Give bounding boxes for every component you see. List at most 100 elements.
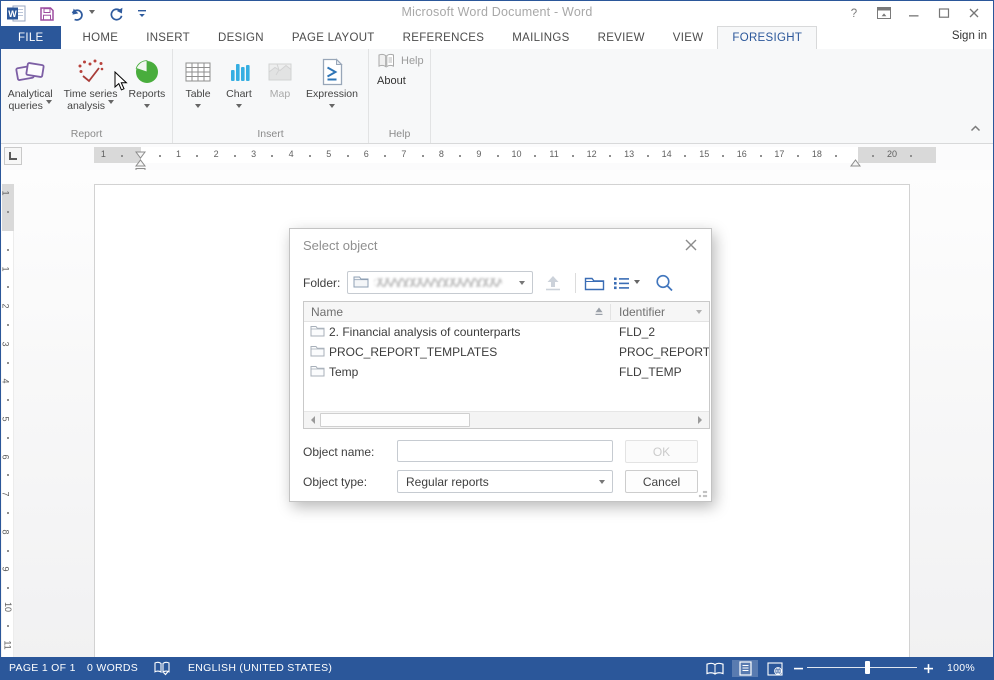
title-bar: W Microsoft Word Document - Word ? bbox=[1, 1, 993, 26]
tab-mailings[interactable]: MAILINGS bbox=[498, 26, 583, 49]
bar-chart-icon bbox=[224, 57, 254, 87]
list-view-button[interactable] bbox=[612, 273, 640, 293]
tab-home[interactable]: HOME bbox=[69, 26, 133, 49]
ruler-number: 5 bbox=[1, 416, 11, 421]
list-header: Name Identifier bbox=[304, 302, 709, 322]
table-button[interactable]: Table bbox=[178, 54, 218, 113]
time-series-analysis-button[interactable]: Time seriesanalysis bbox=[59, 54, 123, 114]
tab-foresight[interactable]: FORESIGHT bbox=[717, 26, 817, 49]
tab-references[interactable]: REFERENCES bbox=[389, 26, 499, 49]
scroll-left-button[interactable] bbox=[304, 412, 321, 428]
column-header-identifier[interactable]: Identifier bbox=[619, 305, 665, 319]
minimize-button[interactable] bbox=[899, 2, 929, 24]
folder-dropdown[interactable] bbox=[347, 271, 533, 294]
scroll-right-button[interactable] bbox=[692, 412, 709, 428]
help-button[interactable]: ? bbox=[839, 2, 869, 24]
expression-button[interactable]: Expression bbox=[301, 54, 363, 113]
ruler-number: 3 bbox=[1, 341, 11, 346]
read-mode-button[interactable] bbox=[702, 660, 728, 677]
ruler-tick bbox=[234, 155, 236, 157]
ruler-number: 3 bbox=[251, 149, 256, 159]
zoom-slider-track[interactable] bbox=[807, 667, 917, 668]
ruler-number: 10 bbox=[511, 149, 521, 159]
folder-icon bbox=[310, 365, 325, 380]
folder-label: Folder: bbox=[303, 276, 340, 290]
object-type-label: Object type: bbox=[303, 475, 367, 489]
tab-file[interactable]: FILE bbox=[1, 26, 61, 49]
map-button: Map bbox=[260, 54, 300, 102]
tab-view[interactable]: VIEW bbox=[659, 26, 718, 49]
column-divider[interactable] bbox=[610, 304, 611, 320]
ruler-number: 5 bbox=[326, 149, 331, 159]
list-rows: 2. Financial analysis of counterpartsFLD… bbox=[304, 322, 709, 382]
dialog-close-button[interactable] bbox=[683, 237, 699, 253]
minimize bbox=[908, 7, 920, 19]
new-folder-icon bbox=[584, 275, 605, 292]
ruler-number: 11 bbox=[549, 149, 558, 159]
collapse-ribbon-button[interactable] bbox=[970, 119, 981, 137]
tab-design[interactable]: DESIGN bbox=[204, 26, 278, 49]
list-item[interactable]: 2. Financial analysis of counterpartsFLD… bbox=[304, 322, 709, 342]
ruler-tick bbox=[872, 155, 874, 157]
chart-button[interactable]: Chart bbox=[219, 54, 259, 113]
new-folder-button[interactable] bbox=[584, 273, 605, 293]
proofing-status-icon[interactable] bbox=[149, 660, 175, 677]
language-status[interactable]: ENGLISH (UNITED STATES) bbox=[188, 662, 332, 674]
maximize-button[interactable] bbox=[929, 2, 959, 24]
list-item[interactable]: TempFLD_TEMP bbox=[304, 362, 709, 382]
header-filter-arrow-icon[interactable] bbox=[696, 310, 702, 317]
ruler-number: 6 bbox=[1, 454, 11, 459]
ribbon-group-label: Insert bbox=[173, 128, 368, 140]
reports-button[interactable]: Reports bbox=[124, 54, 171, 113]
triangle-right-icon bbox=[698, 416, 706, 424]
web-layout-button[interactable] bbox=[762, 660, 788, 677]
scrollbar-thumb[interactable] bbox=[320, 413, 470, 427]
select-object-dialog: Select object Folder: Name Identifier 2.… bbox=[289, 228, 712, 502]
ruler-tick bbox=[7, 399, 9, 401]
item-name: Temp bbox=[329, 365, 358, 379]
analytical-queries-button[interactable]: Analyticalqueries bbox=[3, 54, 58, 114]
ruler-number: 10 bbox=[3, 602, 13, 612]
ribbon-display-options bbox=[877, 7, 891, 19]
ribbon-display-options-button[interactable] bbox=[869, 2, 899, 24]
zoom-percentage[interactable]: 100% bbox=[947, 662, 975, 674]
ruler-number: 15 bbox=[699, 149, 709, 159]
ruler-tick bbox=[422, 155, 424, 157]
tab-insert[interactable]: INSERT bbox=[132, 26, 204, 49]
word-count-status[interactable]: 0 WORDS bbox=[87, 662, 138, 674]
toolbar-divider bbox=[575, 273, 576, 293]
zoom-slider-thumb[interactable] bbox=[865, 661, 870, 674]
close-button[interactable] bbox=[959, 2, 989, 24]
dialog-title: Select object bbox=[303, 238, 377, 253]
tab-stop-selector[interactable] bbox=[4, 147, 22, 165]
triangle-left-icon bbox=[307, 416, 315, 424]
horizontal-ruler[interactable]: 112345678910111213141516171820 bbox=[94, 147, 936, 163]
column-header-name[interactable]: Name bbox=[311, 305, 343, 319]
ruler-number: 6 bbox=[364, 149, 369, 159]
object-type-dropdown[interactable]: Regular reports bbox=[397, 470, 613, 493]
ruler-number: 9 bbox=[1, 567, 11, 572]
ruler-number: 9 bbox=[476, 149, 481, 159]
vertical-ruler[interactable]: 11234567891011 bbox=[2, 184, 14, 659]
zoom-in-button[interactable] bbox=[921, 660, 935, 677]
ruler-tick bbox=[722, 155, 724, 157]
about-menu-item[interactable]: About bbox=[373, 73, 430, 89]
page-count-status[interactable]: PAGE 1 OF 1 bbox=[9, 662, 76, 674]
zoom-out-button[interactable] bbox=[791, 660, 805, 677]
dialog-resize-grip[interactable] bbox=[698, 488, 708, 498]
folder-icon bbox=[353, 275, 369, 291]
help-menu-item: Help bbox=[373, 51, 430, 71]
object-name-input[interactable] bbox=[397, 440, 613, 462]
search-button[interactable] bbox=[654, 273, 675, 293]
sign-in-link[interactable]: Sign in bbox=[952, 30, 987, 42]
horizontal-scrollbar[interactable] bbox=[304, 411, 709, 428]
tab-page-layout[interactable]: PAGE LAYOUT bbox=[278, 26, 389, 49]
print-layout-button[interactable] bbox=[732, 660, 758, 677]
tab-review[interactable]: REVIEW bbox=[584, 26, 659, 49]
ok-button[interactable]: OK bbox=[625, 440, 698, 463]
cancel-button[interactable]: Cancel bbox=[625, 470, 698, 493]
ruler-tick bbox=[7, 324, 9, 326]
ruler-tick bbox=[497, 155, 499, 157]
list-item[interactable]: PROC_REPORT_TEMPLATESPROC_REPORT_TE bbox=[304, 342, 709, 362]
object-name-label: Object name: bbox=[303, 445, 374, 459]
